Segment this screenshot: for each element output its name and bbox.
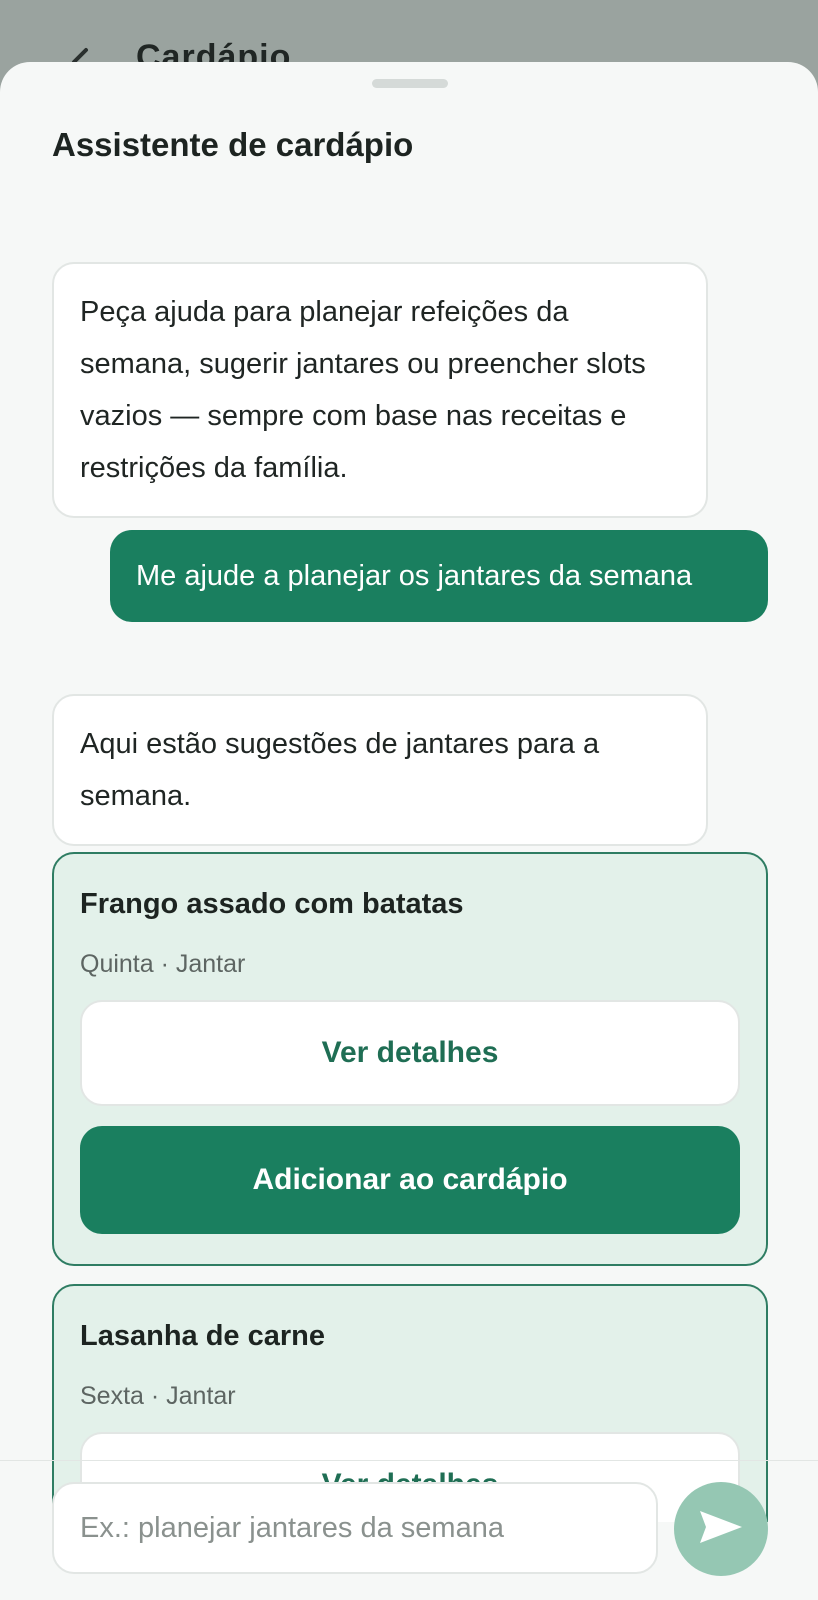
message-input-placeholder: Ex.: planejar jantares da semana	[80, 1511, 504, 1544]
assistant-bottom-sheet: Assistente de cardápio Peça ajuda para p…	[0, 62, 818, 1600]
add-to-menu-button[interactable]: Adicionar ao cardápio	[80, 1126, 740, 1234]
chat-message-list[interactable]: Peça ajuda para planejar refeições da se…	[0, 192, 818, 1522]
suggestion-title: Frango assado com batatas	[80, 888, 464, 920]
suggestion-slot: Sexta · Jantar	[80, 1382, 236, 1410]
send-button[interactable]	[674, 1482, 768, 1576]
assistant-intro-message: Peça ajuda para planejar refeições da se…	[52, 262, 708, 518]
sheet-title: Assistente de cardápio	[52, 126, 414, 163]
view-details-button[interactable]: Ver detalhes	[80, 1000, 740, 1106]
user-message: Me ajude a planejar os jantares da seman…	[110, 530, 768, 622]
sheet-drag-handle[interactable]	[372, 79, 448, 88]
send-icon	[698, 1507, 744, 1552]
suggestion-slot: Quinta · Jantar	[80, 950, 246, 978]
suggestion-card: Frango assado com batatas Quinta · Janta…	[52, 852, 768, 1266]
suggestion-title: Lasanha de carne	[80, 1320, 325, 1352]
composer-divider	[0, 1460, 818, 1461]
message-input[interactable]: Ex.: planejar jantares da semana	[52, 1482, 658, 1574]
assistant-reply-message: Aqui estão sugestões de jantares para a …	[52, 694, 708, 846]
